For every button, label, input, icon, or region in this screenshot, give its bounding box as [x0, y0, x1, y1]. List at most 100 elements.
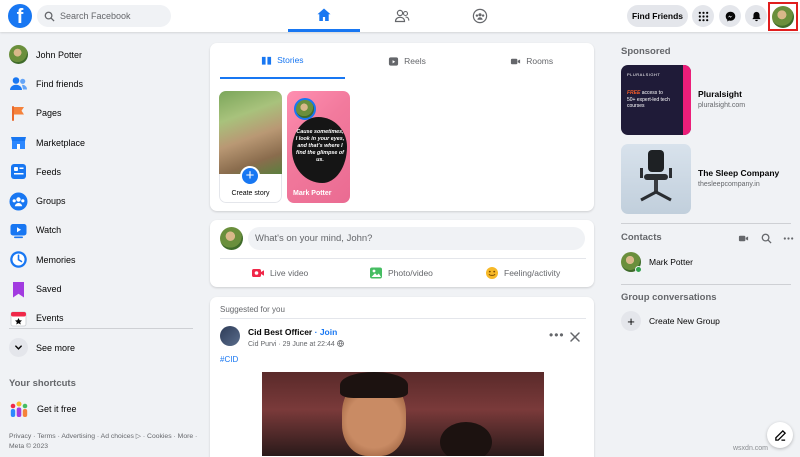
suggested-label: Suggested for you: [220, 305, 285, 314]
create-group-label: Create New Group: [649, 316, 720, 326]
sidebar-item-memories[interactable]: Memories: [0, 245, 200, 274]
more-options-icon[interactable]: •••: [549, 329, 565, 341]
sidebar-item-see-more[interactable]: See more: [0, 333, 200, 362]
search-icon[interactable]: [761, 233, 772, 244]
hashtag-link[interactable]: #CID: [220, 355, 238, 364]
clock-icon: [10, 251, 27, 269]
feeling-activity-button[interactable]: Feeling/activity: [485, 262, 560, 284]
tab-stories[interactable]: Stories: [220, 43, 345, 79]
reels-icon: [389, 56, 399, 66]
sidebar-item-pages[interactable]: Pages: [0, 99, 200, 128]
shortcuts-heading: Your shortcuts: [9, 378, 76, 389]
bookmark-icon: [13, 281, 24, 298]
messenger-button[interactable]: [719, 5, 741, 27]
tab-rooms[interactable]: Rooms: [469, 43, 594, 79]
video-call-icon[interactable]: [738, 233, 749, 244]
account-profile-button[interactable]: [768, 2, 798, 31]
home-icon: [317, 8, 331, 21]
search-input[interactable]: [60, 11, 170, 21]
sidebar-item-label: See more: [36, 342, 76, 353]
post-timestamp[interactable]: 29 June at 22:44: [283, 341, 335, 348]
nav-tab-friends[interactable]: [366, 0, 438, 32]
nav-tab-groups[interactable]: [444, 0, 516, 32]
chevron-down-icon: [15, 345, 22, 350]
profile-avatar[interactable]: [220, 227, 243, 250]
plus-icon: +: [240, 166, 260, 186]
photo-video-button[interactable]: Photo/video: [369, 262, 433, 284]
friend-story-card[interactable]: Cause sometimes, I look in your eyes, an…: [287, 91, 350, 203]
tab-label: Stories: [277, 55, 304, 65]
globe-icon: [336, 340, 344, 347]
flag-icon: [12, 105, 24, 121]
sidebar-divider: [9, 328, 193, 329]
post-composer: Live video Photo/video Feeling/activity: [210, 220, 594, 287]
sidebar-item-label: Groups: [36, 196, 66, 207]
whats-on-your-mind-input[interactable]: [248, 227, 585, 250]
ad-sleep-company[interactable]: The Sleep Company thesleepcompany.in: [621, 144, 791, 214]
sidebar-item-groups[interactable]: Groups: [0, 186, 200, 215]
post-page-name[interactable]: Cid Best Officer: [248, 327, 312, 337]
contact-item[interactable]: Mark Potter: [621, 252, 693, 273]
create-story-photo: [219, 91, 282, 174]
join-link[interactable]: Join: [320, 327, 337, 337]
post-meta: Cid Purvi · 29 June at 22:44: [248, 340, 344, 348]
sidebar-item-saved[interactable]: Saved: [0, 274, 200, 303]
profile-avatar: [772, 5, 794, 28]
menu-button[interactable]: [692, 5, 714, 27]
office-chair-icon: [640, 150, 672, 202]
friends-icon: [10, 77, 27, 91]
close-icon[interactable]: [569, 331, 581, 343]
contacts-heading: Contacts: [621, 232, 662, 243]
ad-title: The Sleep Company: [698, 168, 780, 178]
post-author[interactable]: Cid Purvi: [248, 341, 276, 348]
new-message-button[interactable]: [767, 422, 793, 448]
action-label: Live video: [270, 268, 309, 278]
ad-pluralsight[interactable]: PLURALSIGHT FREE access to 50+ expert-le…: [621, 65, 791, 135]
post-header: Cid Best Officer · Join: [248, 327, 338, 337]
sidebar-item-profile[interactable]: John Potter: [0, 40, 200, 69]
shortcut-label: Get it free: [37, 404, 77, 414]
action-label: Feeling/activity: [504, 268, 561, 278]
sidebar-item-label: Find friends: [36, 78, 84, 89]
create-story-card[interactable]: + Create story: [219, 91, 282, 203]
store-icon: [11, 137, 26, 150]
search-box[interactable]: [37, 5, 171, 27]
tab-label: Rooms: [526, 56, 554, 66]
ad-title: Pluralsight: [698, 89, 742, 99]
create-story-label: Create story: [231, 190, 270, 197]
sidebar-item-label: Feeds: [36, 166, 62, 177]
calendar-icon: [10, 311, 27, 327]
sidebar-item-label: Memories: [36, 254, 76, 265]
plus-icon: +: [621, 311, 641, 331]
suggested-post: Suggested for you Cid Best Officer · Joi…: [210, 297, 594, 457]
sidebar-item-watch[interactable]: Watch: [0, 216, 200, 245]
sidebar-item-label: Watch: [36, 225, 62, 236]
story-quote: Cause sometimes, I look in your eyes, an…: [295, 129, 345, 163]
post-page-avatar[interactable]: [220, 326, 240, 346]
story-avatar: [294, 98, 316, 120]
menu-grid-icon: [698, 11, 708, 21]
nav-tab-home[interactable]: [288, 0, 360, 32]
tab-label: Reels: [404, 56, 426, 66]
sidebar-item-marketplace[interactable]: Marketplace: [0, 128, 200, 157]
post-image[interactable]: [262, 372, 544, 456]
stories-tab-bar: Stories Reels Rooms: [220, 43, 594, 79]
facebook-logo[interactable]: f: [8, 4, 32, 28]
notifications-button[interactable]: [745, 5, 767, 27]
sidebar-item-find-friends[interactable]: Find friends: [0, 69, 200, 98]
people-group-icon: [10, 401, 28, 417]
feeds-icon: [11, 164, 26, 180]
group-conversations-heading: Group conversations: [621, 292, 717, 303]
video-icon: [511, 58, 521, 64]
footer-links[interactable]: Privacy · Terms · Advertising · Ad choic…: [9, 432, 199, 452]
sidebar-item-feeds[interactable]: Feeds: [0, 157, 200, 186]
contact-name: Mark Potter: [649, 257, 693, 267]
live-video-button[interactable]: Live video: [251, 262, 308, 284]
sidebar-item-label: John Potter: [36, 49, 83, 60]
more-horizontal-icon[interactable]: [783, 233, 794, 244]
ad-url: pluralsight.com: [698, 102, 746, 109]
find-friends-button[interactable]: Find Friends: [627, 5, 688, 27]
shortcut-get-it-free[interactable]: Get it free: [9, 399, 77, 419]
create-new-group-button[interactable]: + Create New Group: [621, 311, 720, 331]
tab-reels[interactable]: Reels: [345, 43, 470, 79]
